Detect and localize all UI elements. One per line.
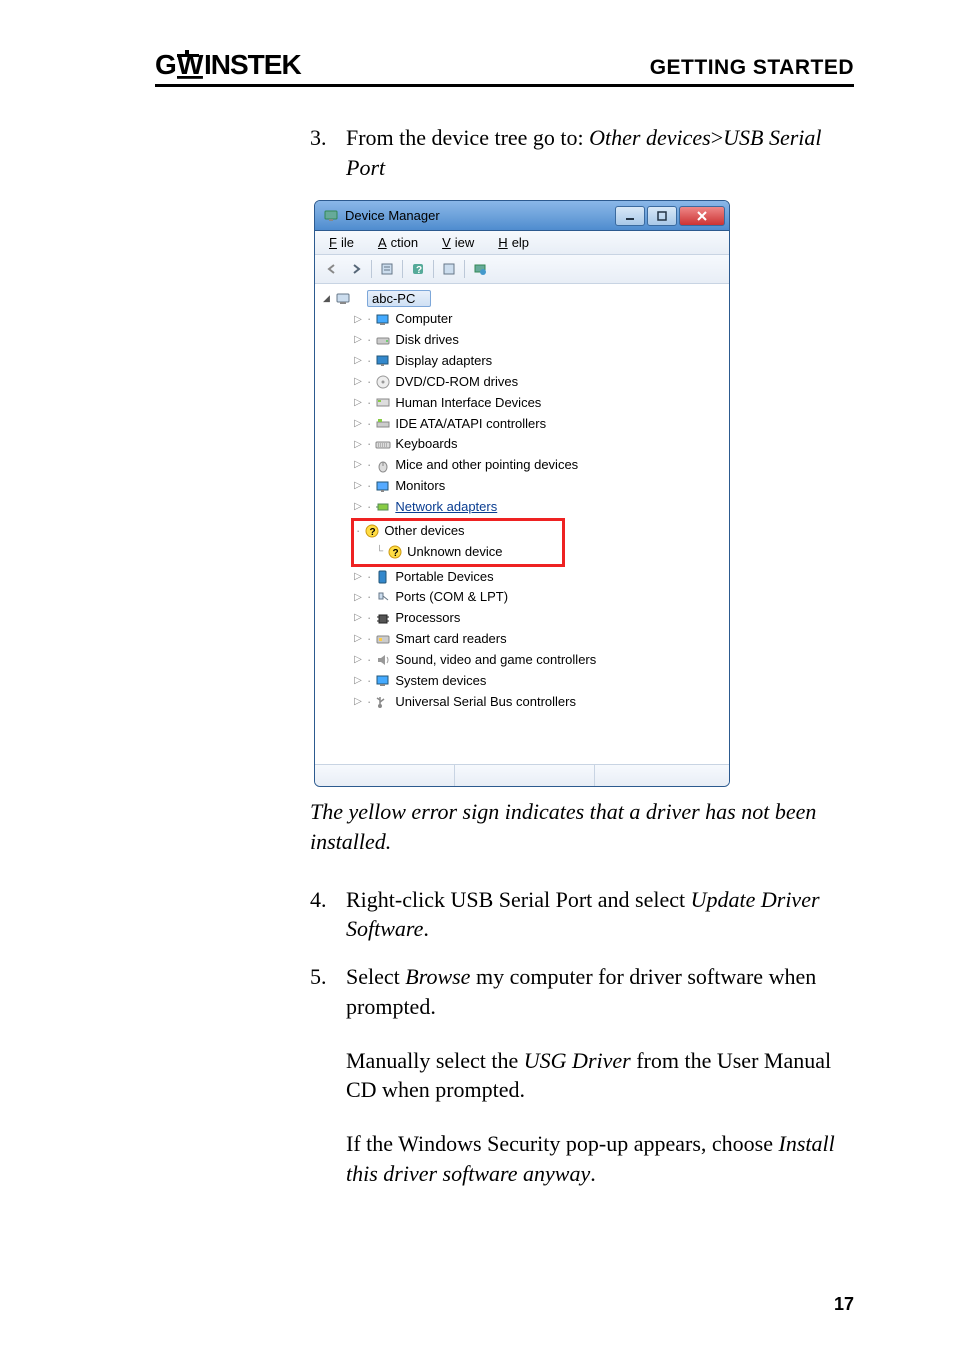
unknown-device-icon: ? <box>387 544 403 560</box>
statusbar <box>315 764 729 786</box>
brand-logo: G W INSTEK <box>155 50 325 80</box>
system-icon <box>375 673 391 689</box>
tree-item-processors[interactable]: ▷·Processors <box>323 608 729 629</box>
dvd-icon <box>375 374 391 390</box>
ide-icon <box>375 416 391 432</box>
device-manager-window: Device Manager File Action View Help <box>314 200 730 787</box>
step-4: 4. Right-click USB Serial Port and selec… <box>310 885 854 944</box>
maximize-button[interactable] <box>647 206 677 226</box>
mouse-icon <box>375 458 391 474</box>
step-5: 5. Select Browse my computer for driver … <box>310 962 854 1212</box>
tree-item-network[interactable]: ▷·Network adapters <box>323 497 729 518</box>
step-text: From the device tree go to: Other device… <box>346 123 854 182</box>
tree-item-other-devices[interactable]: ·?Other devices <box>354 521 562 542</box>
collapse-icon[interactable]: ◢ <box>323 293 333 304</box>
smartcard-icon <box>375 631 391 647</box>
svg-text:G: G <box>155 50 176 80</box>
computer-root-icon <box>335 291 351 307</box>
step-number: 3. <box>310 123 330 182</box>
portable-icon <box>375 569 391 585</box>
usb-icon <box>375 694 391 710</box>
toolbar: ? <box>315 255 729 284</box>
forward-button[interactable] <box>345 258 367 280</box>
computer-icon <box>375 312 391 328</box>
other-devices-icon: ? <box>364 523 380 539</box>
back-button[interactable] <box>321 258 343 280</box>
properties-button[interactable] <box>376 258 398 280</box>
display-icon <box>375 353 391 369</box>
tree-item-usb[interactable]: ▷·Universal Serial Bus controllers <box>323 692 729 713</box>
step-3: 3. From the device tree go to: Other dev… <box>310 123 854 182</box>
scan-button[interactable] <box>438 258 460 280</box>
menu-help[interactable]: Help <box>490 234 533 251</box>
content: 3. From the device tree go to: Other dev… <box>310 123 854 1212</box>
tree-item-disk[interactable]: ▷·Disk drives <box>323 330 729 351</box>
tree-item-hid[interactable]: ▷·Human Interface Devices <box>323 393 729 414</box>
app-icon <box>323 208 339 224</box>
device-tree: ◢ abc-PC ▷·Computer ▷·Disk drives ▷·Disp… <box>315 284 729 764</box>
menu-action[interactable]: Action <box>370 234 422 251</box>
tree-item-system[interactable]: ▷·System devices <box>323 671 729 692</box>
highlighted-section: ·?Other devices └?Unknown device <box>351 518 565 567</box>
menubar: File Action View Help <box>315 231 729 255</box>
sound-icon <box>375 652 391 668</box>
step-text: Right-click USB Serial Port and select U… <box>346 885 854 944</box>
svg-text:?: ? <box>370 527 376 538</box>
keyboard-icon <box>375 437 391 453</box>
close-button[interactable] <box>679 206 725 226</box>
window-titlebar[interactable]: Device Manager <box>315 201 729 231</box>
tree-item-sound[interactable]: ▷·Sound, video and game controllers <box>323 650 729 671</box>
ports-icon <box>375 590 391 606</box>
minimize-button[interactable] <box>615 206 645 226</box>
monitor-icon <box>375 479 391 495</box>
tree-item-unknown-device[interactable]: └?Unknown device <box>354 542 562 563</box>
step-number: 4. <box>310 885 330 944</box>
network-icon <box>375 499 391 515</box>
svg-text:INSTEK: INSTEK <box>204 50 301 80</box>
tree-item-ports[interactable]: ▷·Ports (COM & LPT) <box>323 587 729 608</box>
disk-icon <box>375 333 391 349</box>
figure-caption: The yellow error sign indicates that a d… <box>310 797 854 856</box>
tree-item-monitors[interactable]: ▷·Monitors <box>323 476 729 497</box>
svg-text:?: ? <box>416 265 422 276</box>
help-button[interactable]: ? <box>407 258 429 280</box>
tree-item-ide[interactable]: ▷·IDE ATA/ATAPI controllers <box>323 414 729 435</box>
menu-file[interactable]: File <box>321 234 358 251</box>
hid-icon <box>375 395 391 411</box>
paragraph: Manually select the USG Driver from the … <box>346 1046 854 1105</box>
step-text: Select Browse my computer for driver sof… <box>346 962 854 1212</box>
tree-root-node[interactable]: abc-PC <box>367 290 431 307</box>
tree-item-display[interactable]: ▷·Display adapters <box>323 351 729 372</box>
window-buttons <box>615 206 725 226</box>
page-header: G W INSTEK GETTING STARTED <box>155 50 854 87</box>
tree-item-mice[interactable]: ▷·Mice and other pointing devices <box>323 455 729 476</box>
tree-item-smartcard[interactable]: ▷·Smart card readers <box>323 629 729 650</box>
tree-item-portable[interactable]: ▷·Portable Devices <box>323 567 729 588</box>
tree-item-computer[interactable]: ▷·Computer <box>323 309 729 330</box>
window-title: Device Manager <box>345 208 615 223</box>
step-number: 5. <box>310 962 330 1212</box>
menu-view[interactable]: View <box>434 234 478 251</box>
tree-item-keyboards[interactable]: ▷·Keyboards <box>323 434 729 455</box>
paragraph: If the Windows Security pop-up appears, … <box>346 1129 854 1188</box>
tree-item-dvd[interactable]: ▷·DVD/CD-ROM drives <box>323 372 729 393</box>
svg-text:?: ? <box>393 548 399 559</box>
section-title: GETTING STARTED <box>650 56 854 80</box>
processor-icon <box>375 611 391 627</box>
page-number: 17 <box>834 1294 854 1315</box>
refresh-button[interactable] <box>469 258 491 280</box>
